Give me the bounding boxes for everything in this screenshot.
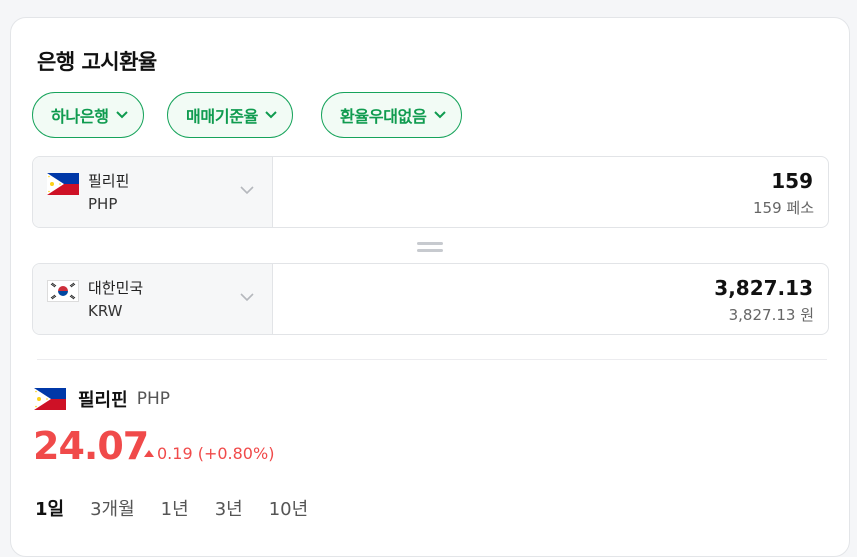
tab-3-months[interactable]: 3개월 (90, 495, 135, 521)
rate-change: 0.19 (+0.80%) (144, 444, 274, 463)
chevron-down-icon (433, 111, 446, 119)
to-amount-value: 3,827.13 (714, 276, 813, 300)
from-amount-field[interactable]: 159 159 페소 (273, 157, 828, 227)
philippines-flag-icon (34, 388, 66, 410)
philippines-flag-icon (47, 173, 79, 195)
period-tabs: 1일 3개월 1년 3년 10년 (35, 495, 334, 521)
section-divider (37, 359, 827, 360)
equals-icon (417, 242, 443, 252)
chevron-down-icon (265, 111, 277, 119)
chevron-down-icon (115, 111, 128, 119)
to-amount-field[interactable]: 3,827.13 3,827.13 원 (273, 264, 828, 334)
to-currency-code: KRW (88, 302, 123, 320)
chevron-down-icon (240, 186, 254, 195)
chevron-down-icon (240, 293, 254, 302)
from-currency-name: 필리핀 (88, 172, 130, 190)
rate-value: 24.07 (33, 424, 149, 468)
tab-1-year[interactable]: 1년 (161, 495, 189, 521)
korea-flag-icon (47, 280, 79, 302)
rate-change-text: 0.19 (+0.80%) (157, 444, 275, 463)
to-currency-select[interactable]: 대한민국 KRW (33, 264, 273, 334)
tab-3-years[interactable]: 3년 (215, 495, 243, 521)
chip-label: 하나은행 (51, 107, 109, 126)
rate-header: 필리핀 PHP (34, 386, 170, 412)
to-currency-row: 대한민국 KRW 3,827.13 3,827.13 원 (32, 263, 829, 335)
rate-currency-code: PHP (136, 389, 170, 409)
chip-label: 매매기준율 (186, 107, 259, 126)
rate-type-chip[interactable]: 매매기준율 (167, 92, 294, 138)
from-currency-code: PHP (88, 195, 118, 213)
arrow-up-icon (144, 450, 154, 457)
tab-1-day[interactable]: 1일 (35, 495, 64, 521)
bank-select-chip[interactable]: 하나은행 (32, 92, 144, 138)
from-currency-select[interactable]: 필리핀 PHP (33, 157, 273, 227)
rate-currency-name: 필리핀 (78, 390, 128, 411)
tab-10-years[interactable]: 10년 (269, 495, 308, 521)
from-amount-text: 159 페소 (753, 199, 814, 217)
to-amount-text: 3,827.13 원 (728, 306, 814, 324)
from-currency-row: 필리핀 PHP 159 159 페소 (32, 156, 829, 228)
to-currency-name: 대한민국 (88, 279, 144, 297)
preferential-rate-chip[interactable]: 환율우대없음 (321, 92, 462, 138)
chip-label: 환율우대없음 (340, 107, 427, 126)
exchange-rate-card: 은행 고시환율 하나은행 매매기준율 환율우대없음 필리핀 PHP 159 15… (10, 17, 850, 557)
card-title: 은행 고시환율 (37, 50, 157, 74)
from-amount-value: 159 (771, 169, 813, 193)
